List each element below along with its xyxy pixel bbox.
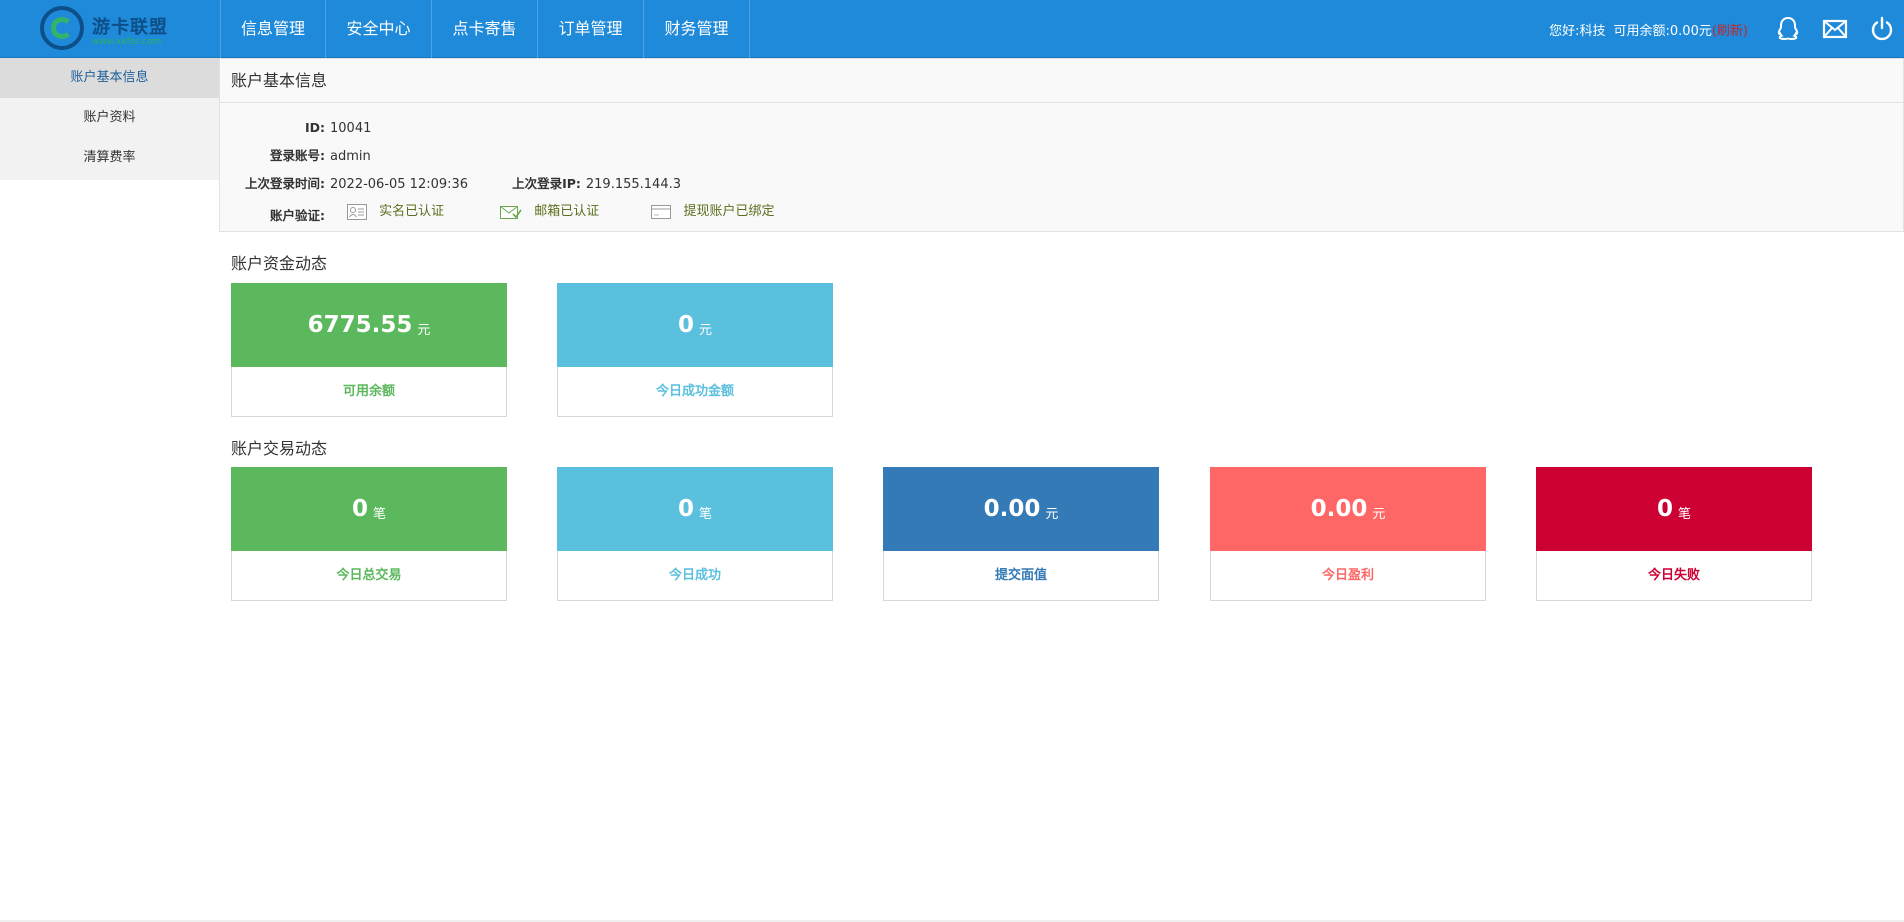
card-today-total-trades-top: 0笔 <box>231 467 507 551</box>
nav-finance-management[interactable]: 财务管理 <box>644 0 750 58</box>
card-unit: 元 <box>699 322 713 338</box>
card-unit: 元 <box>417 322 431 338</box>
card-unit: 笔 <box>373 506 387 522</box>
card-unit: 元 <box>1045 506 1059 522</box>
card-unit: 笔 <box>1678 506 1692 522</box>
verification-label: 账户验证: <box>270 208 325 223</box>
info-row-verification: 账户验证: 实名已认证 邮箱已认证 提现账户已绑定 <box>220 202 774 223</box>
card-today-failed-top: 0笔 <box>1536 467 1812 551</box>
sidebar-item-account-profile[interactable]: 账户资料 <box>0 98 219 138</box>
verify-withdraw-account: 提现账户已绑定 <box>651 202 774 222</box>
card-value: 0 <box>1656 496 1673 522</box>
card-label: 今日成功金额 <box>655 384 734 399</box>
card-value: 0 <box>677 312 694 338</box>
card-today-total-trades[interactable]: 0笔 今日总交易 <box>231 467 507 601</box>
card-today-success-amount-top: 0元 <box>557 283 833 367</box>
info-row-id: ID: 10041 <box>220 118 371 138</box>
balance-label: 可用余额: <box>1613 23 1670 39</box>
account-value: admin <box>330 149 371 164</box>
card-today-profit[interactable]: 0.00 元 今日盈利 <box>1210 467 1486 601</box>
verify-email-label: 邮箱已认证 <box>534 204 600 219</box>
funds-section-title: 账户资金动态 <box>231 254 328 273</box>
info-row-account: 登录账号: admin <box>220 146 371 166</box>
sidebar-item-basic-info[interactable]: 账户基本信息 <box>0 58 219 98</box>
top-right-area: 您好:科技 可用余额: 0.00元 (刷新) <box>1549 0 1904 58</box>
mail-icon[interactable] <box>1821 15 1849 43</box>
logo[interactable]: 游卡联盟 www.xkfss.com <box>40 6 220 52</box>
card-available-balance[interactable]: 6775.55 元 可用余额 <box>231 283 507 417</box>
card-value: 0 <box>677 496 694 522</box>
envelope-check-icon <box>500 206 522 219</box>
trades-section-title: 账户交易动态 <box>231 439 328 458</box>
last-login-ip-value: 219.155.144.3 <box>585 177 681 192</box>
power-icon[interactable] <box>1868 15 1896 43</box>
last-login-time-label: 上次登录时间: <box>245 176 325 191</box>
card-label: 提交面值 <box>994 568 1047 583</box>
card-today-failed[interactable]: 0笔 今日失败 <box>1536 467 1812 601</box>
main-nav: 信息管理 安全中心 点卡寄售 订单管理 财务管理 <box>220 0 750 58</box>
card-today-success-top: 0笔 <box>557 467 833 551</box>
verify-realname: 实名已认证 <box>347 202 444 222</box>
card-label: 今日失败 <box>1647 568 1700 583</box>
card-unit: 笔 <box>699 506 713 522</box>
card-unit: 元 <box>1372 506 1386 522</box>
card-today-profit-top: 0.00 元 <box>1210 467 1486 551</box>
last-login-time-value: 2022-06-05 12:09:36 <box>330 177 469 192</box>
sidebar: 账户基本信息 账户资料 清算费率 <box>0 58 219 180</box>
refresh-link[interactable]: (刷新) <box>1712 20 1748 39</box>
logo-title: 游卡联盟 <box>92 17 168 38</box>
info-row-last-login: 上次登录时间: 2022-06-05 12:09:36 上次登录IP: 219.155… <box>220 174 681 194</box>
nav-info-management[interactable]: 信息管理 <box>220 0 326 58</box>
user-greeting: 您好:科技 <box>1549 23 1606 39</box>
card-value: 0.00 <box>1310 496 1368 522</box>
card-available-balance-top: 6775.55 元 <box>231 283 507 367</box>
card-label: 今日总交易 <box>336 568 402 583</box>
verify-withdraw-label: 提现账户已绑定 <box>683 204 775 219</box>
id-value: 10041 <box>330 121 372 136</box>
card-label: 可用余额 <box>342 384 395 399</box>
balance-value: 0.00元 <box>1669 23 1712 39</box>
card-today-success[interactable]: 0笔 今日成功 <box>557 467 833 601</box>
logo-circle-icon <box>40 6 84 50</box>
nav-card-consignment[interactable]: 点卡寄售 <box>432 0 538 58</box>
nav-security-center[interactable]: 安全中心 <box>326 0 432 58</box>
verify-realname-label: 实名已认证 <box>379 204 445 219</box>
logo-subtitle: www.xkfss.com <box>92 37 162 47</box>
top-navbar: 游卡联盟 www.xkfss.com 信息管理 安全中心 点卡寄售 订单管理 财… <box>0 0 1904 58</box>
card-submitted-face-value[interactable]: 0.00 元 提交面值 <box>883 467 1159 601</box>
card-value: 6775.55 <box>307 312 413 338</box>
bank-card-icon <box>651 205 672 219</box>
card-value: 0.00 <box>983 496 1041 522</box>
card-today-success-amount[interactable]: 0元 今日成功金额 <box>557 283 833 417</box>
qq-icon[interactable] <box>1774 15 1802 43</box>
card-label: 今日成功 <box>668 568 721 583</box>
verify-email: 邮箱已认证 <box>500 202 599 222</box>
card-label: 今日盈利 <box>1321 568 1374 583</box>
account-info-panel: 账户基本信息 ID: 10041 登录账号: admin 上次登录时间: 2022-0… <box>219 58 1904 232</box>
info-panel-title: 账户基本信息 <box>220 59 1903 103</box>
id-card-icon <box>347 204 368 220</box>
card-submitted-face-value-top: 0.00 元 <box>883 467 1159 551</box>
nav-order-management[interactable]: 订单管理 <box>538 0 644 58</box>
last-login-ip-label: 上次登录IP: <box>512 176 581 191</box>
id-label: ID: <box>304 120 325 135</box>
sidebar-item-settlement-rate[interactable]: 清算费率 <box>0 138 219 178</box>
card-value: 0 <box>351 496 368 522</box>
account-label: 登录账号: <box>270 148 325 163</box>
